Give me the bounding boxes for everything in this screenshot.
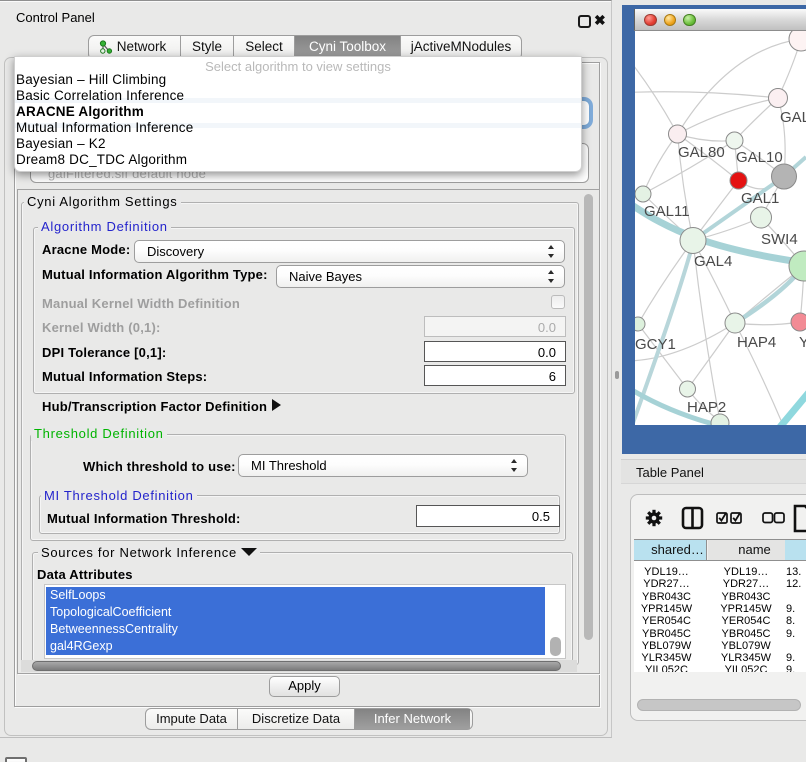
svg-text:GAL7: GAL7 xyxy=(780,109,806,126)
svg-text:Y: Y xyxy=(799,334,806,351)
svg-text:GAL1: GAL1 xyxy=(741,190,779,207)
svg-text:GAL4: GAL4 xyxy=(694,253,732,270)
svg-text:HAP4: HAP4 xyxy=(737,334,776,351)
svg-text:SWI4: SWI4 xyxy=(761,231,798,248)
svg-text:HAP2: HAP2 xyxy=(687,399,726,416)
svg-text:GAL10: GAL10 xyxy=(736,149,783,166)
svg-text:GAL11: GAL11 xyxy=(644,203,690,220)
svg-text:GCY1: GCY1 xyxy=(635,336,676,353)
svg-text:GAL80: GAL80 xyxy=(678,144,725,161)
